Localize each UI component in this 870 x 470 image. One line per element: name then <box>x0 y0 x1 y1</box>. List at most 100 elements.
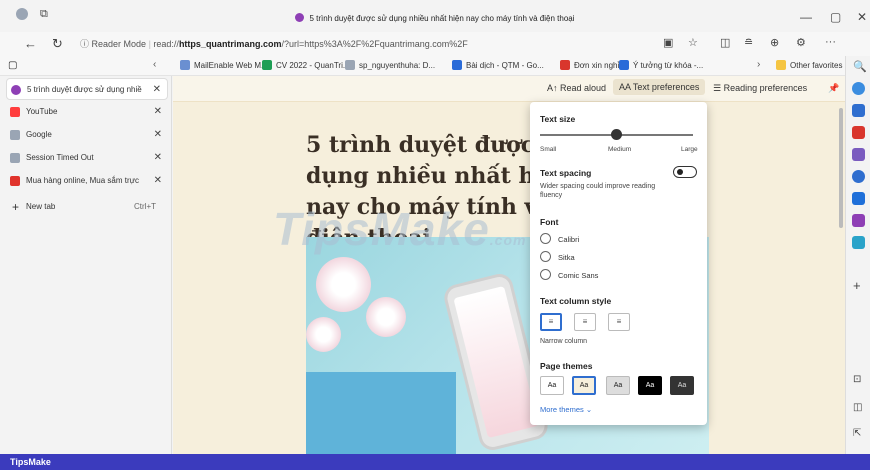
favorite-mailenable[interactable]: MailEnable Web M... <box>180 60 268 70</box>
favorite-favicon-icon <box>345 60 355 70</box>
favorite-bai-dich[interactable]: Bài dịch - QTM - Go... <box>452 60 544 70</box>
info-icon[interactable]: ⓘ <box>80 39 92 49</box>
text-spacing-toggle[interactable] <box>673 166 697 178</box>
font-option-sitka-radio[interactable] <box>540 251 551 262</box>
search-sidebar-icon[interactable]: 🔍 <box>853 60 867 73</box>
favorite-favicon-icon <box>262 60 272 70</box>
tab-youtube[interactable]: YouTube ✕ <box>6 101 168 123</box>
more-themes-link[interactable]: More themes ⌄ <box>540 405 592 414</box>
close-tab-icon[interactable]: ✕ <box>154 170 162 192</box>
designer-icon[interactable] <box>852 214 865 227</box>
immersive-reader-icon[interactable]: ▣ <box>663 36 673 49</box>
favorite-sp-nguyenthuha[interactable]: sp_nguyenthuha: D... <box>345 60 435 70</box>
split-screen-icon[interactable]: ◫ <box>720 36 730 49</box>
folder-icon <box>776 60 786 70</box>
favorite-favicon-icon <box>560 60 570 70</box>
chevron-down-icon: ⌄ <box>585 405 593 414</box>
read-aloud-icon: A↑ <box>547 83 561 93</box>
close-tab-icon[interactable]: ✕ <box>154 147 162 169</box>
medium-column-button[interactable]: ≡ <box>574 313 596 331</box>
add-sidebar-app-icon[interactable]: + <box>853 278 861 293</box>
tab-google[interactable]: Google ✕ <box>6 124 168 146</box>
plus-icon: + <box>12 200 20 214</box>
font-option-calibri-radio[interactable] <box>540 233 551 244</box>
close-tab-icon[interactable]: ✕ <box>154 101 162 123</box>
theme-gray-button[interactable]: Aa <box>606 376 630 395</box>
tab-favicon-icon <box>11 85 21 95</box>
tab-session-timed-out[interactable]: Session Timed Out ✕ <box>6 147 168 169</box>
watermark: TipsMake.com <box>273 203 527 255</box>
tab-actions-icon[interactable]: ▢ <box>8 60 17 71</box>
text-spacing-heading: Text spacing <box>540 168 592 178</box>
more-favorites-icon[interactable]: › <box>757 59 760 70</box>
site-favicon-icon <box>295 13 305 22</box>
theme-charcoal-button[interactable]: Aa <box>670 376 694 395</box>
scrollbar[interactable] <box>839 108 843 228</box>
read-aloud-button[interactable]: A↑ Read aloud <box>547 83 606 93</box>
wide-column-button[interactable]: ≡ <box>608 313 630 331</box>
text-size-thumb[interactable] <box>611 129 622 140</box>
font-heading: Font <box>540 217 559 227</box>
vertical-tabs-pane: 5 trình duyệt được sử dụng nhiề ✕ YouTube ✕… <box>0 76 172 454</box>
favorite-y-tuong-tu-khoa[interactable]: Ý tưởng từ khóa -... <box>619 60 703 70</box>
narrow-column-button[interactable]: ≡ <box>540 313 562 331</box>
address-field[interactable]: ⓘ Reader Mode | read://https_quantrimang… <box>80 35 715 53</box>
reading-preferences-button[interactable]: ☰ Reading preferences <box>713 83 807 94</box>
tag-icon[interactable] <box>852 104 865 117</box>
collapse-tabs-icon[interactable]: ‹ <box>153 59 156 70</box>
window-title: 5 trình duyệt được sử dụng nhiều nhất hi… <box>0 13 870 23</box>
footer-brand: TipsMake <box>10 457 51 467</box>
favorite-favicon-icon <box>619 60 629 70</box>
text-preferences-button[interactable]: AA Text preferences <box>613 79 706 95</box>
text-prefs-icon: AA <box>619 82 633 92</box>
tab-favicon-icon <box>10 153 20 163</box>
sidebar-toggle-icon[interactable]: ◫ <box>853 402 862 413</box>
refresh-icon[interactable]: ↻ <box>52 36 63 52</box>
favorite-don-xin-nghi[interactable]: Đơn xin nghỉ <box>560 60 619 70</box>
title-bar: ⧉ 5 trình duyệt được sử dụng nhiều nhất … <box>0 0 870 32</box>
tab-favicon-icon <box>10 176 20 186</box>
favorites-list-icon[interactable]: ≘ <box>744 36 753 49</box>
favorites-bar: ▢ ‹ MailEnable Web M... CV 2022 - QuanTri… <box>0 56 870 76</box>
tab-favicon-icon <box>10 130 20 140</box>
other-favorites-folder[interactable]: Other favorites <box>776 60 842 70</box>
theme-light-button[interactable]: Aa <box>540 376 564 395</box>
open-external-icon[interactable]: ⇱ <box>853 428 861 439</box>
text-size-heading: Text size <box>540 114 576 124</box>
pin-toolbar-icon[interactable]: 📌 <box>828 83 839 94</box>
discover-icon[interactable] <box>852 82 865 95</box>
right-sidebar: 🔍 + ⊡ ◫ ⇱ <box>845 56 870 454</box>
reader-toolbar: A↑ Read aloud AA Text preferences ☰ Read… <box>173 76 845 102</box>
close-tab-icon[interactable]: ✕ <box>153 79 161 99</box>
games-icon[interactable] <box>852 170 865 183</box>
favorite-favicon-icon <box>180 60 190 70</box>
outlook-icon[interactable] <box>852 192 865 205</box>
footer-banner: TipsMake <box>0 454 870 470</box>
favorite-cv-2022[interactable]: CV 2022 - QuanTri... <box>262 60 350 70</box>
new-tab-button[interactable]: + New tab Ctrl+T <box>6 196 168 218</box>
shopping-icon[interactable] <box>852 126 865 139</box>
back-icon[interactable]: ← <box>24 36 37 51</box>
drop-icon[interactable] <box>852 236 865 249</box>
close-window-button[interactable]: ✕ <box>857 10 867 24</box>
maximize-button[interactable]: ▢ <box>830 10 841 24</box>
theme-dark-button[interactable]: Aa <box>638 376 662 395</box>
more-menu-icon[interactable]: ··· <box>825 36 836 48</box>
column-selected-label: Narrow column <box>540 338 588 345</box>
theme-sepia-button[interactable]: Aa <box>572 376 596 395</box>
page-themes-heading: Page themes <box>540 361 593 371</box>
tools-icon[interactable] <box>852 148 865 161</box>
tab-mua-hang-online[interactable]: Mua hàng online, Mua sắm trực ✕ <box>6 170 168 192</box>
screenshot-icon[interactable]: ⊡ <box>853 374 861 385</box>
minimize-button[interactable]: — <box>800 10 812 24</box>
extensions-icon[interactable]: ⚙ <box>796 36 806 49</box>
reading-prefs-icon: ☰ <box>713 83 724 93</box>
tab-quantrimang[interactable]: 5 trình duyệt được sử dụng nhiề ✕ <box>6 78 168 100</box>
favorite-star-icon[interactable]: ☆ <box>688 36 698 49</box>
collections-icon[interactable]: ⊕ <box>770 36 779 49</box>
close-tab-icon[interactable]: ✕ <box>154 124 162 146</box>
font-option-comic-radio[interactable] <box>540 269 551 280</box>
column-style-heading: Text column style <box>540 296 612 306</box>
reader-mode-label: Reader Mode <box>91 39 147 49</box>
favorite-favicon-icon <box>452 60 462 70</box>
